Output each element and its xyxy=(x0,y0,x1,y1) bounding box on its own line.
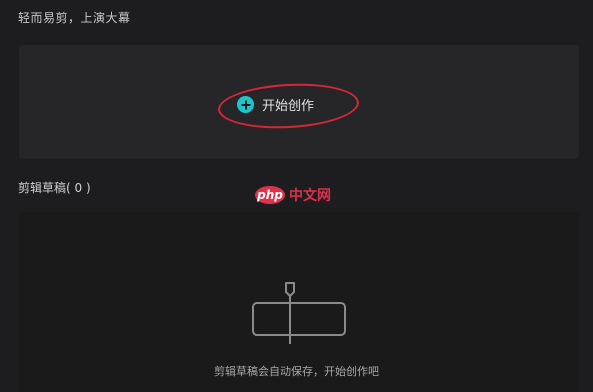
drafts-empty-hint: 剪辑草稿会自动保存，开始创作吧 xyxy=(214,365,379,378)
drafts-title: 剪辑草稿( 0 ) xyxy=(18,181,91,195)
plus-circle-icon xyxy=(237,96,254,113)
watermark-logo: php 中文网 xyxy=(255,185,331,205)
create-card[interactable]: 开始创作 xyxy=(19,45,579,159)
watermark-text: 中文网 xyxy=(289,188,331,204)
timeline-clip-icon xyxy=(252,282,346,344)
app-window: 轻而易剪，上演大幕 开始创作 剪辑草稿( 0 ) php 中文网 剪辑草稿会自动… xyxy=(0,0,593,392)
slogan-text: 轻而易剪，上演大幕 xyxy=(18,11,131,25)
start-create-button[interactable]: 开始创作 xyxy=(237,95,314,114)
start-create-label: 开始创作 xyxy=(262,99,315,114)
watermark-badge: php xyxy=(255,186,285,204)
